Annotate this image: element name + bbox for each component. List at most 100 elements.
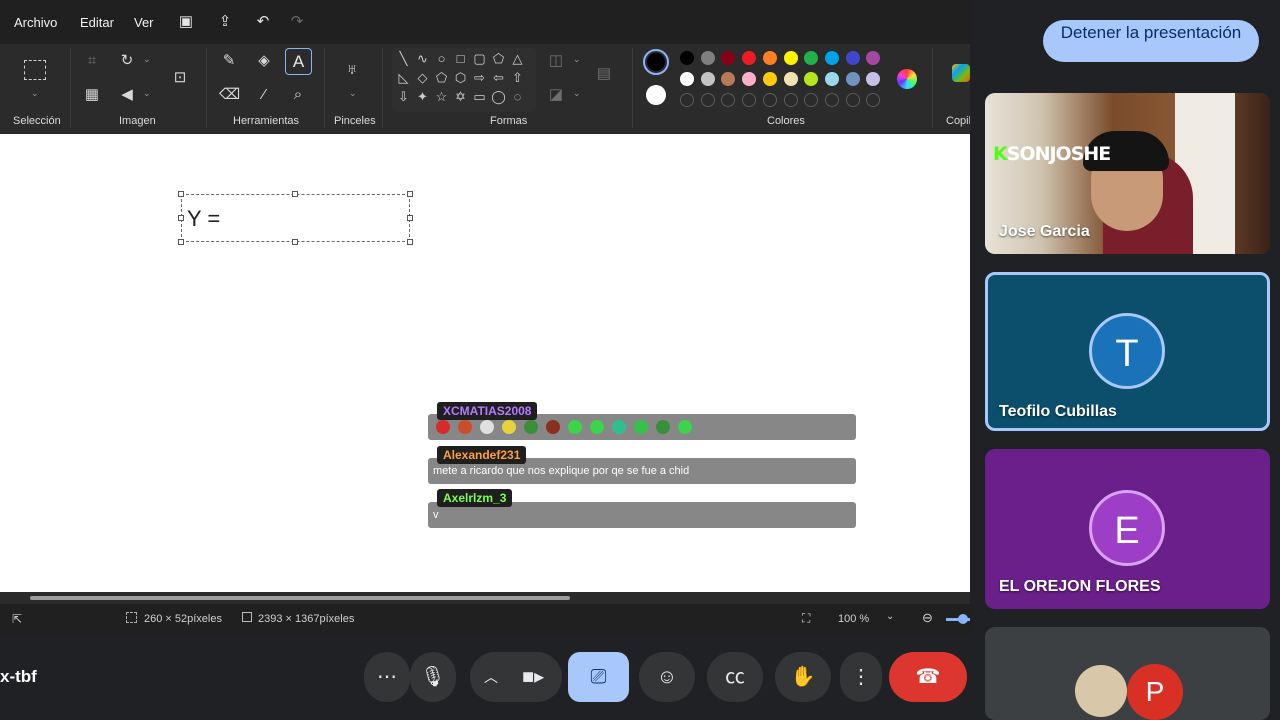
line-shape-icon[interactable]: ╲ [395,50,412,67]
up-arrow-shape-icon[interactable]: ⇧ [509,69,526,86]
captions-button[interactable]: ㏄ [707,652,763,702]
resize-handle[interactable] [292,239,298,245]
crop-icon[interactable]: ⌗ [82,51,102,71]
color-swatch[interactable] [721,51,736,65]
menu-editar[interactable]: Editar [80,15,114,30]
color-picker-icon[interactable]: ⁄ [254,85,274,105]
callout-rect-shape-icon[interactable]: ▭ [471,88,488,105]
share-icon[interactable]: ⇪ [216,13,234,31]
leave-call-button[interactable]: ☎ [889,652,967,702]
color-swatch[interactable] [783,51,798,65]
participant-tile-others[interactable]: P [985,627,1270,720]
custom-color-slot[interactable] [845,93,860,107]
brush-icon[interactable]: ♅ [342,60,362,80]
custom-color-slot[interactable] [700,93,715,107]
redo-icon[interactable]: ↷ [288,13,306,31]
resize-handle[interactable] [407,215,413,221]
resize-handle[interactable] [178,215,184,221]
pencil-icon[interactable]: ✎ [219,51,239,71]
color-swatch[interactable] [804,72,819,86]
color-swatch[interactable] [804,51,819,65]
resize-handle[interactable] [407,191,413,197]
chevron-down-icon[interactable]: ⌄ [886,611,894,622]
oval-shape-icon[interactable]: ○ [433,50,450,67]
microphone-button[interactable]: 🎙 [410,652,456,702]
color-swatch[interactable] [700,72,715,86]
custom-color-slot[interactable] [783,93,798,107]
menu-ver[interactable]: Ver [134,15,154,30]
text-tool-icon[interactable]: A [285,48,312,75]
color-swatch[interactable] [783,72,798,86]
select-icon[interactable] [24,60,46,80]
color-swatch[interactable] [762,51,777,65]
custom-color-slot[interactable] [762,93,777,107]
down-arrow-shape-icon[interactable]: ⇩ [395,88,412,105]
five-point-star-shape-icon[interactable]: ☆ [433,88,450,105]
color-swatch[interactable] [742,72,757,86]
six-point-star-shape-icon[interactable]: ✡ [452,88,469,105]
hexagon-shape-icon[interactable]: ⬡ [452,69,469,86]
image-remove-bg-icon[interactable]: ⊡ [170,68,190,88]
zoom-slider-thumb[interactable] [958,614,968,624]
custom-color-slot[interactable] [824,93,839,107]
raise-hand-button[interactable]: ✋ [775,652,831,702]
edit-colors-icon[interactable] [897,69,917,89]
copilot-icon[interactable] [952,64,970,82]
chevron-down-icon[interactable]: ⌄ [143,54,151,65]
color-swatch[interactable] [680,72,694,86]
chevron-down-icon[interactable]: ⌄ [143,88,151,99]
left-arrow-shape-icon[interactable]: ⇦ [490,69,507,86]
resize-icon[interactable]: ▦ [82,85,102,105]
more-actions-button[interactable]: ⋮ [840,652,882,702]
flip-icon[interactable]: ◀ [117,85,137,105]
rotate-icon[interactable]: ↻ [117,51,137,71]
polygon-shape-icon[interactable]: ⬠ [490,50,507,67]
shape-fill-icon[interactable]: ◪ [546,85,566,105]
magnifier-icon[interactable]: ⌕ [288,85,308,105]
color-swatch[interactable] [700,51,715,65]
resize-handle[interactable] [178,191,184,197]
resize-handle[interactable] [407,239,413,245]
color-swatch[interactable] [845,72,860,86]
outline-icon[interactable]: ◫ [546,51,566,71]
rectangle-shape-icon[interactable]: □ [452,50,469,67]
menu-archivo[interactable]: Archivo [14,15,57,30]
custom-color-slot[interactable] [680,93,694,107]
participant-tile-teofilo[interactable]: T Teofilo Cubillas [985,272,1270,431]
fit-to-window-icon[interactable]: ⛶ [802,611,810,626]
reactions-button[interactable]: ☺ [639,652,695,702]
layers-icon[interactable]: ▤ [594,64,614,84]
undo-icon[interactable]: ↶ [254,13,272,31]
chevron-down-icon[interactable]: ⌄ [573,88,581,99]
color-swatch[interactable] [680,51,694,65]
color-swatch[interactable] [866,72,881,86]
color-swatch[interactable] [824,72,839,86]
curve-shape-icon[interactable]: ∿ [414,50,431,67]
resize-handle[interactable] [178,239,184,245]
primary-color-swatch[interactable] [643,49,669,75]
color-swatch[interactable] [845,51,860,65]
right-triangle-shape-icon[interactable]: ◺ [395,69,412,86]
zoom-level[interactable]: 100 % [838,613,869,625]
right-arrow-shape-icon[interactable]: ⇨ [471,69,488,86]
camera-group[interactable]: ︿ ■▸ [470,652,562,702]
participant-tile-jose[interactable]: KSONJOSHE Jose Garcia [985,93,1270,254]
eraser-icon[interactable]: ⌫ [219,85,240,105]
color-swatch[interactable] [866,51,881,65]
diamond-shape-icon[interactable]: ◇ [414,69,431,86]
zoom-out-icon[interactable]: ⊖ [922,610,933,626]
custom-color-slot[interactable] [742,93,757,107]
pentagon-shape-icon[interactable]: ⬠ [433,69,450,86]
chevron-down-icon[interactable]: ⌄ [573,54,581,65]
color-swatch[interactable] [721,72,736,86]
callout-cloud-shape-icon[interactable]: ◌ [509,88,526,105]
fill-icon[interactable]: ◈ [254,51,274,71]
save-icon[interactable]: ▣ [177,13,195,31]
secondary-color-swatch[interactable] [646,85,666,105]
present-button[interactable]: ⎚ [568,652,629,702]
rounded-rect-shape-icon[interactable]: ▢ [471,50,488,67]
color-swatch[interactable] [824,51,839,65]
canvas-text[interactable]: Y = [187,206,220,232]
custom-color-slot[interactable] [804,93,819,107]
more-options-button[interactable]: ⋯ [364,652,410,702]
